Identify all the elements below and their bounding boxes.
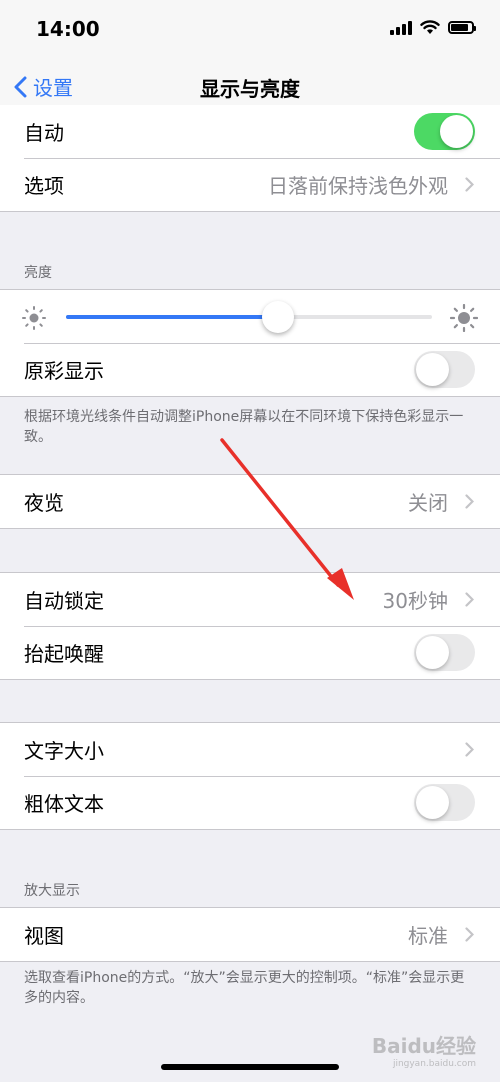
view-value: 标准: [408, 924, 448, 948]
options-label: 选项: [24, 174, 64, 198]
true-tone-footer: 根据环境光线条件自动调整iPhone屏幕以在不同环境下保持色彩显示一致。: [24, 409, 464, 445]
auto-lock-value: 30秒钟: [382, 589, 448, 613]
toggle-knob: [416, 353, 449, 386]
slider-fill: [66, 315, 279, 319]
page-title: 显示与亮度: [200, 77, 300, 101]
auto-lock-label: 自动锁定: [24, 589, 104, 613]
display-zoom-footer: 选取查看iPhone的方式。“放大”会显示更大的控制项。“标准”会显示更多的内容…: [24, 970, 465, 1006]
automatic-row: 自动: [0, 105, 500, 158]
night-shift-label: 夜览: [24, 491, 64, 515]
options-value: 日落前保持浅色外观: [268, 174, 448, 198]
text-size-label: 文字大小: [24, 739, 104, 763]
brightness-slider[interactable]: [66, 301, 432, 333]
brightness-slider-row: [0, 290, 500, 343]
night-shift-group: 夜览 关闭: [0, 474, 500, 529]
options-row[interactable]: 选项 日落前保持浅色外观: [0, 158, 500, 211]
chevron-right-icon: [465, 592, 474, 607]
bold-text-label: 粗体文本: [24, 792, 104, 816]
watermark-url: jingyan.baidu.com: [392, 1059, 476, 1069]
sun-small-icon: [22, 306, 46, 330]
toggle-knob: [416, 786, 449, 819]
lock-group: 自动锁定 30秒钟 抬起唤醒: [0, 572, 500, 680]
view-row[interactable]: 视图 标准: [0, 908, 500, 961]
bold-text-row: 粗体文本: [0, 776, 500, 829]
battery-icon: [448, 21, 476, 34]
chevron-right-icon: [465, 177, 474, 192]
status-icons: [390, 20, 476, 35]
automatic-label: 自动: [24, 121, 64, 145]
baidu-watermark: Baidu经验 jingyan.baidu.com: [372, 1030, 476, 1069]
true-tone-label: 原彩显示: [24, 359, 104, 383]
automatic-toggle[interactable]: [414, 113, 475, 150]
night-shift-value: 关闭: [408, 491, 448, 515]
watermark-brand: Baidu经验: [371, 1034, 476, 1058]
toggle-knob: [416, 636, 449, 669]
true-tone-row: 原彩显示: [0, 343, 500, 396]
home-indicator: [161, 1064, 339, 1070]
toggle-knob: [440, 115, 473, 148]
display-zoom-group: 视图 标准: [0, 907, 500, 962]
cellular-signal-icon: [390, 20, 412, 35]
chevron-right-icon: [465, 742, 474, 757]
brightness-group: 原彩显示: [0, 289, 500, 397]
brightness-header: 亮度: [24, 265, 52, 281]
text-group: 文字大小 粗体文本: [0, 722, 500, 830]
chevron-right-icon: [465, 927, 474, 942]
raise-to-wake-label: 抬起唤醒: [24, 642, 104, 666]
auto-lock-row[interactable]: 自动锁定 30秒钟: [0, 573, 500, 626]
text-size-row[interactable]: 文字大小: [0, 723, 500, 776]
sun-large-icon: [450, 304, 478, 332]
bold-text-toggle[interactable]: [414, 784, 475, 821]
view-label: 视图: [24, 924, 64, 948]
raise-to-wake-row: 抬起唤醒: [0, 626, 500, 679]
display-zoom-header: 放大显示: [24, 883, 80, 899]
night-shift-row[interactable]: 夜览 关闭: [0, 475, 500, 528]
status-bar: 14:00: [0, 0, 500, 62]
navigation-bar: 设置 显示与亮度: [0, 62, 500, 111]
status-time: 14:00: [36, 17, 100, 41]
true-tone-toggle[interactable]: [414, 351, 475, 388]
wifi-icon: [420, 20, 440, 34]
appearance-group: 自动 选项 日落前保持浅色外观: [0, 105, 500, 212]
slider-thumb[interactable]: [262, 301, 295, 333]
chevron-right-icon: [465, 494, 474, 509]
raise-to-wake-toggle[interactable]: [414, 634, 475, 671]
